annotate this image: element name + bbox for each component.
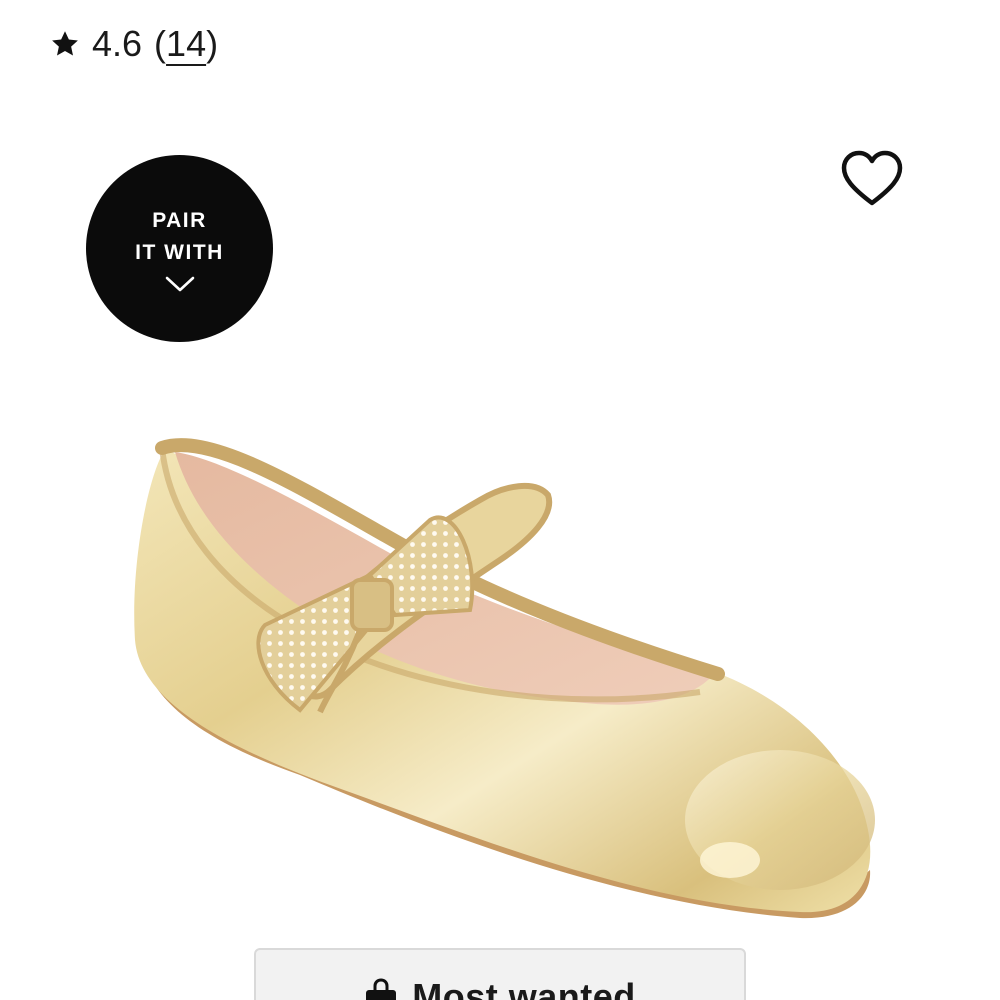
rating-open-paren: ( — [154, 23, 167, 64]
pair-it-with-button[interactable]: PAIR IT WITH — [86, 155, 273, 342]
rating-summary[interactable]: 4.6 ( 14 ) — [50, 22, 218, 66]
shopping-bag-icon — [366, 978, 397, 1000]
chevron-down-icon — [165, 276, 194, 291]
most-wanted-badge: Most wanted — [254, 948, 746, 1000]
most-wanted-label: Most wanted — [412, 976, 636, 1000]
rating-score: 4.6 — [92, 23, 143, 64]
toe-glint — [700, 842, 760, 878]
review-count-link[interactable]: 14 — [166, 23, 206, 65]
rating-close-paren: ) — [206, 23, 219, 64]
pair-badge-line1: PAIR — [152, 208, 207, 232]
pair-badge-line2: IT WITH — [135, 240, 224, 264]
heart-outline-icon[interactable] — [840, 150, 904, 208]
product-image[interactable] — [110, 420, 900, 950]
product-page: 4.6 ( 14 ) PAIR IT WITH Most wanted — [0, 0, 1000, 1000]
star-icon — [52, 31, 78, 56]
